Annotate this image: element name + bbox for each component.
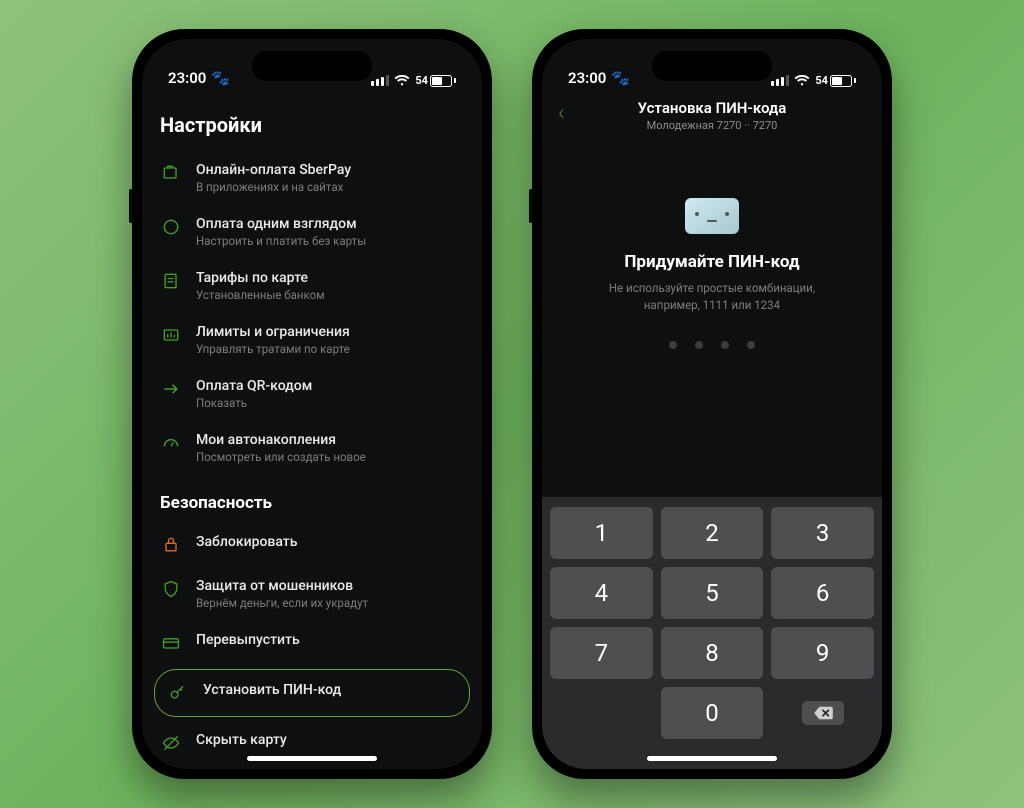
key-6[interactable]: 6	[771, 567, 874, 619]
battery-icon: 54	[815, 74, 856, 87]
key-8[interactable]: 8	[661, 627, 764, 679]
item-title: Заблокировать	[196, 534, 298, 550]
pin-body: Придумайте ПИН-код Не используйте просты…	[542, 136, 882, 497]
key-icon	[167, 682, 189, 704]
item-title: Оплата одним взглядом	[196, 216, 366, 232]
eye-off-icon	[160, 732, 182, 754]
pin-dot	[721, 341, 729, 349]
wifi-icon	[794, 75, 810, 87]
key-2[interactable]: 2	[661, 507, 764, 559]
pin-heading: Придумайте ПИН-код	[624, 252, 799, 272]
header-sub: Молодежная 7270 ·· 7270	[638, 119, 787, 132]
key-4[interactable]: 4	[550, 567, 653, 619]
status-time: 23:00	[568, 69, 606, 87]
item-sub: Установленные банком	[196, 288, 325, 302]
battery-percent: 54	[415, 74, 428, 87]
item-block[interactable]: Заблокировать	[152, 523, 472, 567]
pin-hint-line2: например, 1111 или 1234	[644, 298, 780, 312]
item-tariffs[interactable]: Тарифы по карте Установленные банком	[152, 259, 472, 313]
item-title: Мои автонакопления	[196, 432, 366, 448]
paw-icon: 🐾	[611, 69, 630, 87]
arrow-icon	[160, 378, 182, 400]
item-title: Онлайн-оплата SberPay	[196, 162, 351, 178]
face-icon	[160, 216, 182, 238]
card-illustration	[685, 198, 739, 234]
home-indicator[interactable]	[247, 756, 377, 761]
document-icon	[160, 270, 182, 292]
cellular-icon	[371, 75, 389, 86]
item-fraud[interactable]: Защита от мошенников Вернём деньги, если …	[152, 567, 472, 621]
battery-icon: 54	[415, 74, 456, 87]
key-5[interactable]: 5	[661, 567, 764, 619]
key-1[interactable]: 1	[550, 507, 653, 559]
item-look-pay[interactable]: Оплата одним взглядом Настроить и платить…	[152, 205, 472, 259]
back-button[interactable]: ‹	[558, 101, 565, 126]
cart-icon	[160, 162, 182, 184]
pin-hint: Не используйте простые комбинации, напри…	[609, 280, 815, 313]
key-0[interactable]: 0	[661, 687, 764, 739]
lock-icon	[160, 534, 182, 556]
item-title: Лимиты и ограничения	[196, 324, 350, 340]
item-sub: Посмотреть или создать новое	[196, 450, 366, 464]
chart-icon	[160, 324, 182, 346]
key-blank	[550, 687, 653, 739]
cellular-icon	[771, 75, 789, 86]
battery-percent: 54	[815, 74, 828, 87]
item-sub: В приложениях и на сайтах	[196, 180, 351, 194]
item-savings[interactable]: Мои автонакопления Посмотреть или создать…	[152, 421, 472, 475]
card-icon	[160, 632, 182, 654]
item-title: Скрыть карту	[196, 732, 287, 748]
gauge-icon	[160, 432, 182, 454]
pin-dots	[669, 341, 755, 349]
phone-right: 23:00 🐾 54 ‹ Установка ПИН-кода Молодежн…	[532, 29, 892, 779]
paw-icon: 🐾	[211, 69, 230, 87]
item-title: Тарифы по карте	[196, 270, 325, 286]
shield-icon	[160, 578, 182, 600]
screen-settings: 23:00 🐾 54 Настройки Онлайн-оплата SberP…	[142, 39, 482, 769]
item-limits[interactable]: Лимиты и ограничения Управлять тратами по…	[152, 313, 472, 367]
item-title: Оплата QR-кодом	[196, 378, 312, 394]
numeric-keypad: 1 2 3 4 5 6 7 8 9 0	[542, 497, 882, 769]
phone-left: 23:00 🐾 54 Настройки Онлайн-оплата SberP…	[132, 29, 492, 779]
item-title: Защита от мошенников	[196, 578, 368, 594]
screen-pin: 23:00 🐾 54 ‹ Установка ПИН-кода Молодежн…	[542, 39, 882, 769]
wifi-icon	[394, 75, 410, 87]
page-title: Настройки	[142, 91, 482, 151]
item-sub: Вернём деньги, если их украдут	[196, 596, 368, 610]
item-close[interactable]: Закрыть	[152, 765, 472, 769]
item-reissue[interactable]: Перевыпустить	[152, 621, 472, 665]
status-time: 23:00	[168, 69, 206, 87]
settings-list[interactable]: Онлайн-оплата SberPay В приложениях и на …	[142, 151, 482, 769]
key-backspace[interactable]	[771, 687, 874, 739]
key-9[interactable]: 9	[771, 627, 874, 679]
home-indicator[interactable]	[647, 756, 777, 761]
pin-dot	[669, 341, 677, 349]
item-title: Установить ПИН-код	[203, 682, 341, 698]
item-set-pin[interactable]: Установить ПИН-код	[154, 669, 470, 717]
pin-dot	[695, 341, 703, 349]
item-qr[interactable]: Оплата QR-кодом Показать	[152, 367, 472, 421]
key-3[interactable]: 3	[771, 507, 874, 559]
item-sub: Показать	[196, 396, 312, 410]
key-7[interactable]: 7	[550, 627, 653, 679]
device-notch	[252, 51, 372, 81]
item-sub: Настроить и платить без карты	[196, 234, 366, 248]
section-security: Безопасность	[152, 475, 472, 523]
backspace-icon	[802, 701, 844, 725]
pin-dot	[747, 341, 755, 349]
pin-hint-line1: Не используйте простые комбинации,	[609, 281, 815, 295]
item-title: Перевыпустить	[196, 632, 300, 648]
item-sub: Управлять тратами по карте	[196, 342, 350, 356]
header-title: Установка ПИН-кода	[638, 99, 787, 117]
item-sberpay[interactable]: Онлайн-оплата SberPay В приложениях и на …	[152, 151, 472, 205]
device-notch	[652, 51, 772, 81]
pin-header: ‹ Установка ПИН-кода Молодежная 7270 ·· …	[542, 91, 882, 136]
